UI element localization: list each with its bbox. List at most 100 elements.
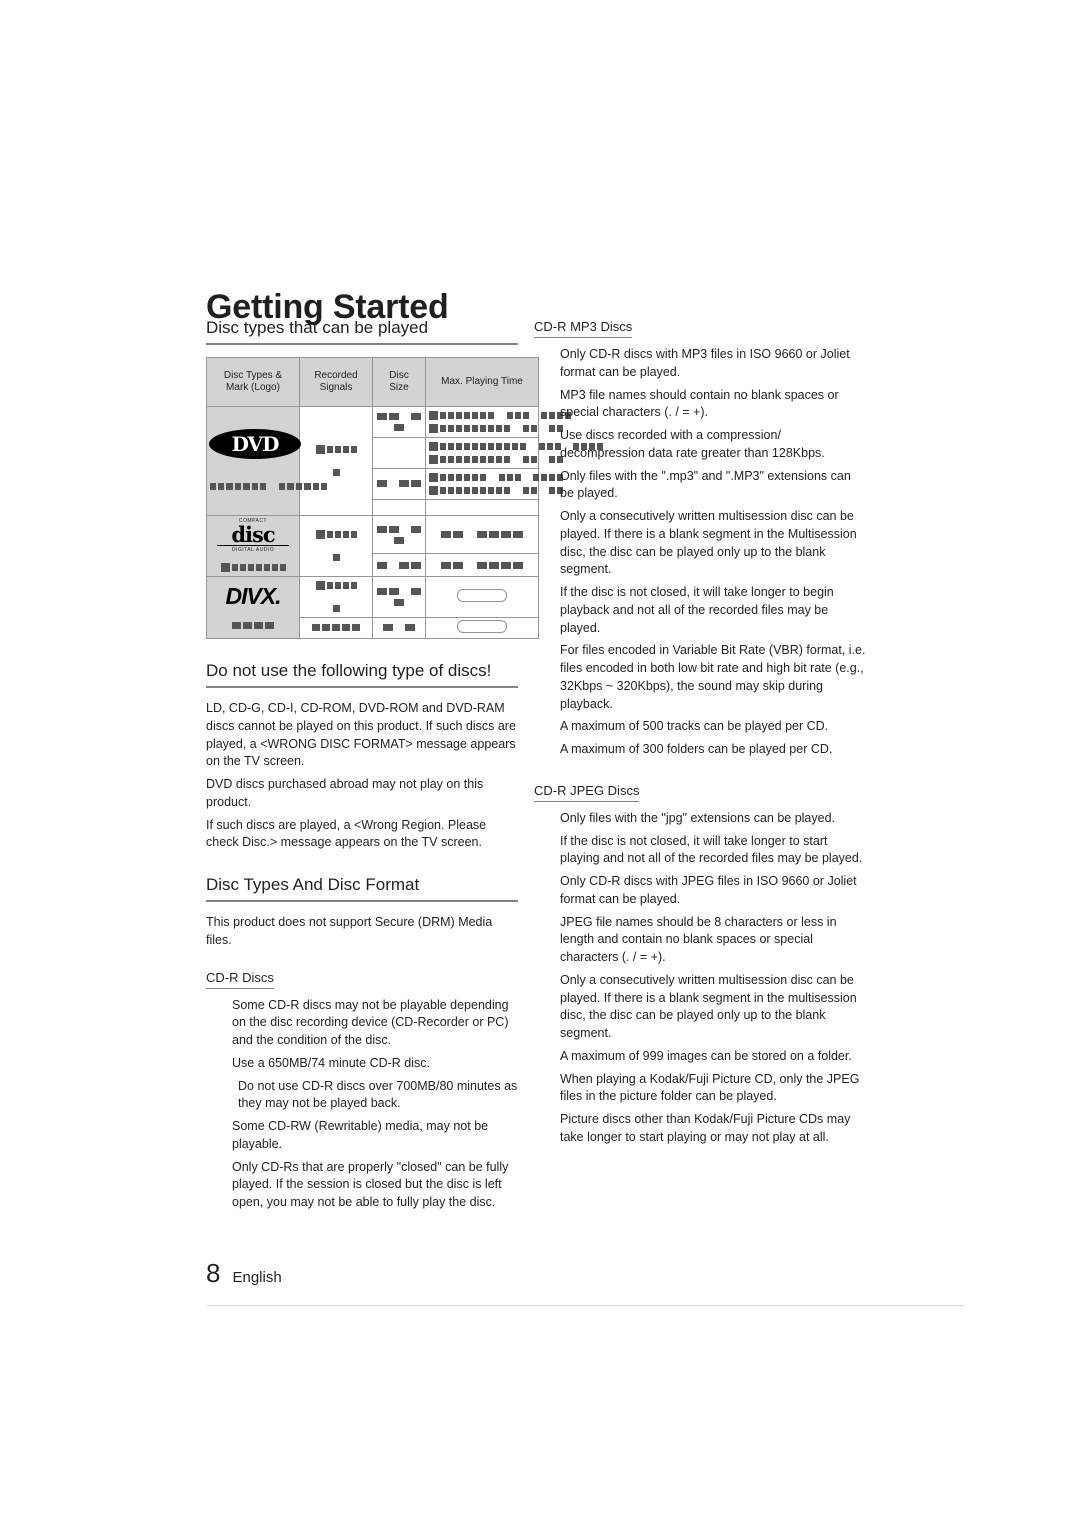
signals-glyphs-line2	[302, 466, 370, 479]
cell-size-dvd-2	[372, 437, 426, 469]
table-row: DVD VIDEO	[206, 406, 572, 516]
section-heading-disc-types: Disc types that can be played	[206, 318, 518, 345]
table-row: COMPACT disc DIGITAL AUDIO	[206, 514, 539, 577]
cell-time-divx-2	[425, 617, 539, 639]
subheading-cdr-mp3-discs: CD-R MP3 Discs	[534, 319, 633, 338]
page-language-label: English	[232, 1269, 282, 1286]
divx-logo: DIVX.	[225, 582, 281, 609]
mp3-para-3: Use discs recorded with a compression/ d…	[560, 428, 825, 460]
dvd-logo-sub: VIDEO	[243, 451, 267, 458]
logo-caption-glyphs	[209, 481, 327, 494]
cell-signals-cd	[299, 515, 373, 577]
mp3-para-7: For files encoded in Variable Bit Rate (…	[560, 643, 866, 711]
cell-signals-divx-1	[299, 576, 373, 618]
logo-caption-glyphs	[209, 620, 297, 633]
jpeg-para-5: Only a consecutively written multisessio…	[560, 972, 857, 1040]
cell-size-cd-2	[372, 553, 426, 577]
do-not-use-para-2: DVD discs purchased abroad may not play …	[206, 777, 484, 809]
time-glyphs-line2	[428, 484, 564, 497]
dvd-video-logo: DVD VIDEO	[209, 428, 301, 459]
section-heading-do-not-use: Do not use the following type of discs!	[206, 661, 518, 688]
cdr-para-5: Only CD-Rs that are properly "closed" ca…	[232, 1159, 509, 1210]
time-glyphs-line2	[428, 422, 564, 435]
cell-time-cd-1	[425, 514, 539, 555]
mp3-para-4: Only files with the ".mp3" and ".MP3" ex…	[560, 468, 851, 501]
cell-time-cd-2	[425, 553, 539, 577]
th-disc-size: Disc Size	[372, 357, 426, 407]
do-not-use-para-3: If such discs are played, a <Wrong Regio…	[206, 817, 487, 850]
cell-logo-dvd: DVD VIDEO	[206, 406, 327, 516]
mp3-para-2: MP3 file names should contain no blank s…	[560, 387, 839, 420]
page-number: 8	[206, 1258, 221, 1288]
cell-logo-cd: COMPACT disc DIGITAL AUDIO	[206, 515, 300, 577]
cd-logo-bottom: DIGITAL AUDIO	[217, 545, 289, 553]
page-footer: 8 English	[206, 1258, 282, 1289]
cell-signals-divx-2	[299, 617, 373, 639]
table-row: DIVX.	[206, 576, 539, 639]
right-column: CD-R MP3 Discs Only CD-R discs with MP3 …	[534, 318, 868, 1152]
cell-size-divx-2	[372, 617, 426, 639]
cdr-para-3: Do not use CD-R discs over 700MB/80 minu…	[238, 1078, 518, 1111]
signals-glyphs-line2	[302, 602, 370, 615]
jpeg-para-2: If the disc is not closed, it will take …	[560, 833, 863, 866]
th-line1: Disc Types &	[223, 369, 283, 381]
jpeg-para-4: JPEG file names should be 8 characters o…	[560, 914, 837, 965]
compact-disc-logo: COMPACT disc DIGITAL AUDIO	[217, 518, 289, 553]
cell-time-divx-1	[425, 576, 539, 618]
cell-time-dvd-1	[425, 406, 572, 438]
disc-types-table: Disc Types & Mark (Logo) Recorded Signal…	[206, 357, 604, 639]
mp3-para-1: Only CD-R discs with MP3 files in ISO 96…	[560, 347, 850, 379]
th-recorded-signals: Recorded Signals	[299, 357, 373, 407]
do-not-use-para-1: LD, CD-G, CD-I, CD-ROM, DVD-ROM and DVD-…	[206, 701, 516, 769]
cell-size-dvd-4	[372, 499, 426, 516]
cell-signals-dvd	[299, 406, 373, 516]
cdr-para-1: Some CD-R discs may not be playable depe…	[232, 997, 509, 1048]
jpeg-para-7: When playing a Kodak/Fuji Picture CD, on…	[560, 1071, 860, 1104]
jpeg-para-8: Picture discs other than Kodak/Fuji Pict…	[560, 1112, 851, 1144]
cell-size-cd-1	[372, 514, 426, 555]
cell-time-dvd-2	[425, 437, 604, 469]
th-line2: Mark (Logo)	[226, 382, 280, 393]
drm-note: This product does not support Secure (DR…	[206, 915, 493, 947]
time-pill	[457, 589, 507, 602]
th-line1: Recorded	[314, 369, 358, 381]
section-heading-disc-types-and-format: Disc Types And Disc Format	[206, 875, 518, 902]
cell-size-dvd-3	[372, 468, 426, 500]
time-glyphs-line1	[428, 440, 604, 453]
time-glyphs-line1	[428, 471, 564, 484]
cdr-para-2: Use a 650MB/74 minute CD-R disc.	[232, 1055, 430, 1070]
subheading-cdr-discs: CD-R Discs	[206, 970, 274, 989]
cell-time-dvd-4	[425, 499, 539, 516]
th-line2: Size	[389, 382, 409, 393]
cdr-para-4: Some CD-RW (Rewritable) media, may not b…	[232, 1119, 489, 1151]
jpeg-para-6: A maximum of 999 images can be stored on…	[560, 1048, 852, 1063]
footer-divider	[206, 1305, 964, 1306]
mp3-para-9: A maximum of 300 folders can be played p…	[560, 742, 833, 756]
manual-page: Getting Started Disc types that can be p…	[0, 0, 1080, 1527]
mp3-para-5: Only a consecutively written multisessio…	[560, 509, 857, 577]
signals-glyphs-line2	[302, 551, 370, 564]
time-glyphs-line2	[428, 453, 564, 466]
time-glyphs-line1	[428, 409, 572, 422]
signals-glyphs-line1	[302, 579, 370, 592]
table-header: Disc Types & Mark (Logo) Recorded Signal…	[206, 357, 539, 407]
subheading-cdr-jpeg-discs: CD-R JPEG Discs	[534, 783, 640, 802]
table-header-row: Disc Types & Mark (Logo) Recorded Signal…	[206, 357, 539, 407]
th-line2: Signals	[319, 382, 353, 393]
jpeg-para-3: Only CD-R discs with JPEG files in ISO 9…	[560, 874, 857, 906]
cd-logo-main: disc	[231, 522, 275, 547]
signals-glyphs-line1	[302, 443, 370, 456]
mp3-para-6: If the disc is not closed, it will take …	[560, 585, 834, 635]
jpeg-para-1: Only files with the "jpg" extensions can…	[560, 810, 835, 825]
time-pill	[457, 620, 507, 633]
th-line1: Disc	[389, 369, 409, 381]
signals-glyphs-line1	[302, 528, 370, 541]
table-body: DVD VIDEO COMPACT disc DIGITAL AUDIO DIV…	[206, 406, 604, 639]
cell-time-dvd-3	[425, 468, 564, 500]
cell-size-divx-1	[372, 576, 426, 618]
mp3-para-8: A maximum of 500 tracks can be played pe…	[560, 719, 829, 734]
logo-caption-glyphs	[209, 561, 297, 574]
cell-logo-divx: DIVX.	[206, 576, 300, 639]
cell-size-dvd-1	[372, 406, 426, 438]
left-column: Disc types that can be played Disc Types…	[206, 318, 604, 1217]
